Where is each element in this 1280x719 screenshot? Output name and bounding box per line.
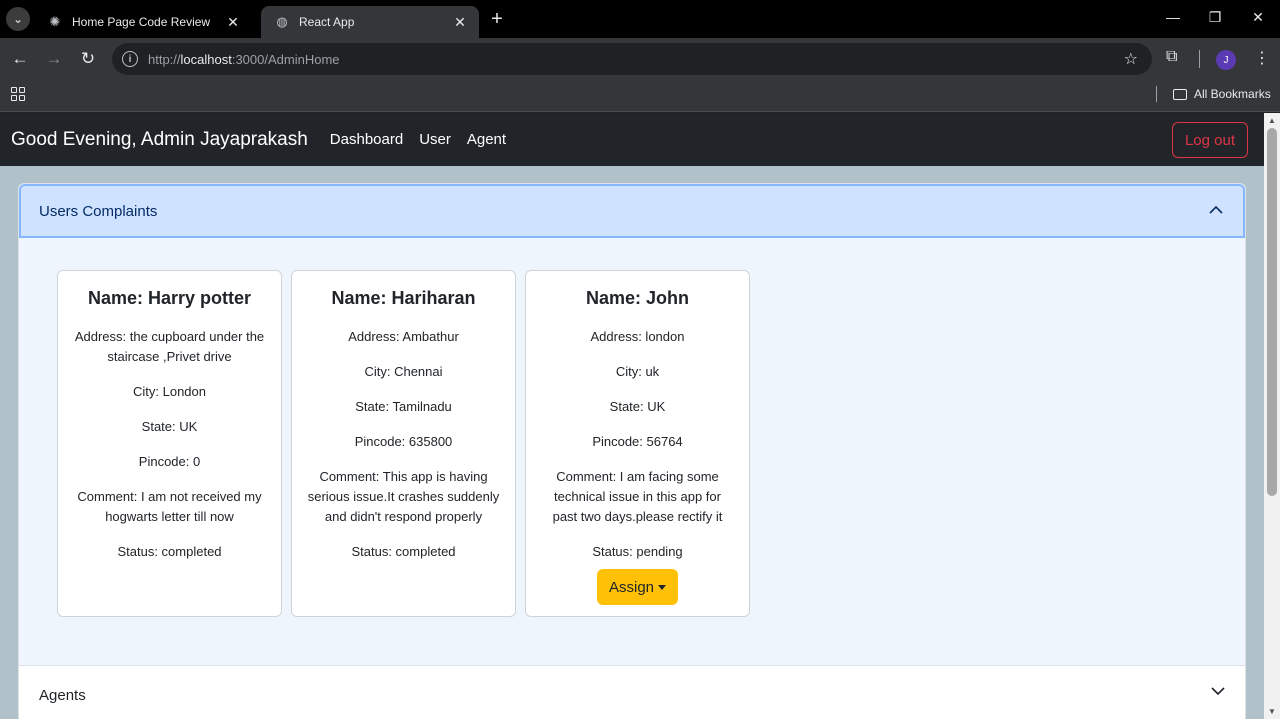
profile-avatar[interactable]: J [1216, 50, 1236, 70]
agents-header[interactable]: Agents [19, 665, 1245, 719]
complaint-address: Address: london [590, 329, 685, 344]
toolbar-divider [1199, 50, 1200, 68]
scroll-down-icon[interactable]: ▼ [1268, 707, 1276, 716]
complaint-state: State: UK [609, 399, 666, 414]
complaint-name: Name: Harry potter [87, 288, 252, 308]
nav-link-dashboard[interactable]: Dashboard [330, 131, 403, 148]
nav-link-agent[interactable]: Agent [467, 131, 506, 148]
complaint-state: State: Tamilnadu [355, 399, 452, 414]
chevron-down-icon [1211, 687, 1225, 696]
complaint-city: City: uk [615, 364, 660, 379]
all-bookmarks-button[interactable]: All Bookmarks [1173, 87, 1271, 101]
tab-react-app[interactable]: ◍ React App ✕ [261, 6, 479, 38]
greeting-brand[interactable]: Good Evening, Admin Jayaprakash [11, 129, 308, 151]
bookmarks-divider [1156, 86, 1157, 102]
assign-label: Assign [608, 578, 655, 596]
app-navbar: Good Evening, Admin Jayaprakash Dashboar… [0, 113, 1264, 166]
folder-icon [1173, 88, 1187, 100]
users-complaints-header[interactable]: Users Complaints [19, 184, 1245, 238]
extensions-icon[interactable]: ⧉ [1166, 48, 1177, 66]
complaint-card: Name: Hariharan Address: Ambathur City: … [291, 270, 516, 617]
complaint-comment: Comment: I am facing some technical issu… [552, 469, 723, 524]
complaint-card: Name: John Address: london City: uk Stat… [525, 270, 750, 617]
back-icon[interactable]: ← [9, 48, 31, 70]
window-close-icon[interactable]: ✕ [1248, 9, 1268, 26]
page-scrollbar[interactable]: ▲ ▼ [1264, 113, 1280, 719]
page-viewport: Good Evening, Admin Jayaprakash Dashboar… [0, 113, 1264, 719]
close-icon[interactable]: ✕ [224, 14, 242, 31]
bookmark-star-icon[interactable]: ☆ [1124, 49, 1138, 69]
nav-link-user[interactable]: User [419, 131, 451, 148]
all-bookmarks-label: All Bookmarks [1194, 87, 1271, 101]
new-tab-button[interactable]: + [486, 8, 508, 31]
restore-icon[interactable]: ❐ [1205, 9, 1225, 26]
complaint-state: State: UK [141, 419, 198, 434]
scroll-up-icon[interactable]: ▲ [1268, 116, 1276, 125]
tab-home-page-code-review[interactable]: ✺ Home Page Code Review ✕ [34, 6, 252, 38]
complaint-pincode: Pincode: 635800 [354, 434, 453, 449]
section-title: Agents [39, 686, 86, 704]
complaint-address: Address: the cupboard under the staircas… [74, 329, 265, 364]
address-bar[interactable]: i http://localhost:3000/AdminHome ☆ [112, 43, 1152, 75]
admin-accordion: Users Complaints Name: Harry potter Addr… [18, 183, 1246, 719]
complaint-address: Address: Ambathur [348, 329, 459, 344]
caret-down-icon [658, 584, 667, 590]
menu-icon[interactable]: ⋮ [1254, 48, 1270, 68]
scrollbar-thumb[interactable] [1267, 128, 1277, 496]
globe-icon: ◍ [276, 14, 288, 29]
tab-title: React App [299, 15, 355, 29]
browser-tab-strip: ⌄ ✺ Home Page Code Review ✕ ◍ React App … [0, 0, 1280, 38]
logout-button[interactable]: Log out [1172, 122, 1248, 158]
complaint-city: City: London [133, 384, 206, 399]
complaint-status: Status: completed [351, 544, 456, 559]
close-icon[interactable]: ✕ [451, 14, 469, 31]
complaint-comment: Comment: I am not received my hogwarts l… [77, 489, 262, 524]
complaint-status: Status: completed [117, 544, 222, 559]
section-title: Users Complaints [39, 202, 158, 220]
reload-icon[interactable]: ↻ [77, 48, 99, 70]
forward-icon[interactable]: → [43, 48, 65, 70]
chevron-up-icon [1209, 205, 1223, 214]
browser-toolbar: ← → ↻ i http://localhost:3000/AdminHome … [0, 38, 1280, 80]
users-complaints-body: Name: Harry potter Address: the cupboard… [19, 238, 1245, 665]
complaint-name: Name: Hariharan [331, 288, 476, 308]
complaint-card: Name: Harry potter Address: the cupboard… [57, 270, 282, 617]
assign-dropdown-button[interactable]: Assign [596, 569, 679, 605]
complaint-pincode: Pincode: 56764 [592, 434, 683, 449]
tab-search-button[interactable]: ⌄ [6, 7, 30, 31]
complaint-name: Name: John [585, 288, 690, 308]
tab-title: Home Page Code Review [72, 15, 211, 29]
complaint-city: City: Chennai [364, 364, 443, 379]
site-info-icon[interactable]: i [122, 51, 138, 67]
complaint-comment: Comment: This app is having serious issu… [307, 469, 500, 524]
complaint-pincode: Pincode: 0 [138, 454, 201, 469]
openai-icon: ✺ [49, 14, 61, 29]
url-text: http://localhost:3000/AdminHome [148, 51, 340, 67]
apps-grid-icon[interactable] [11, 87, 25, 101]
complaint-status: Status: pending [592, 544, 683, 559]
minimize-icon[interactable]: — [1163, 9, 1183, 25]
bookmarks-bar: All Bookmarks [0, 80, 1280, 112]
